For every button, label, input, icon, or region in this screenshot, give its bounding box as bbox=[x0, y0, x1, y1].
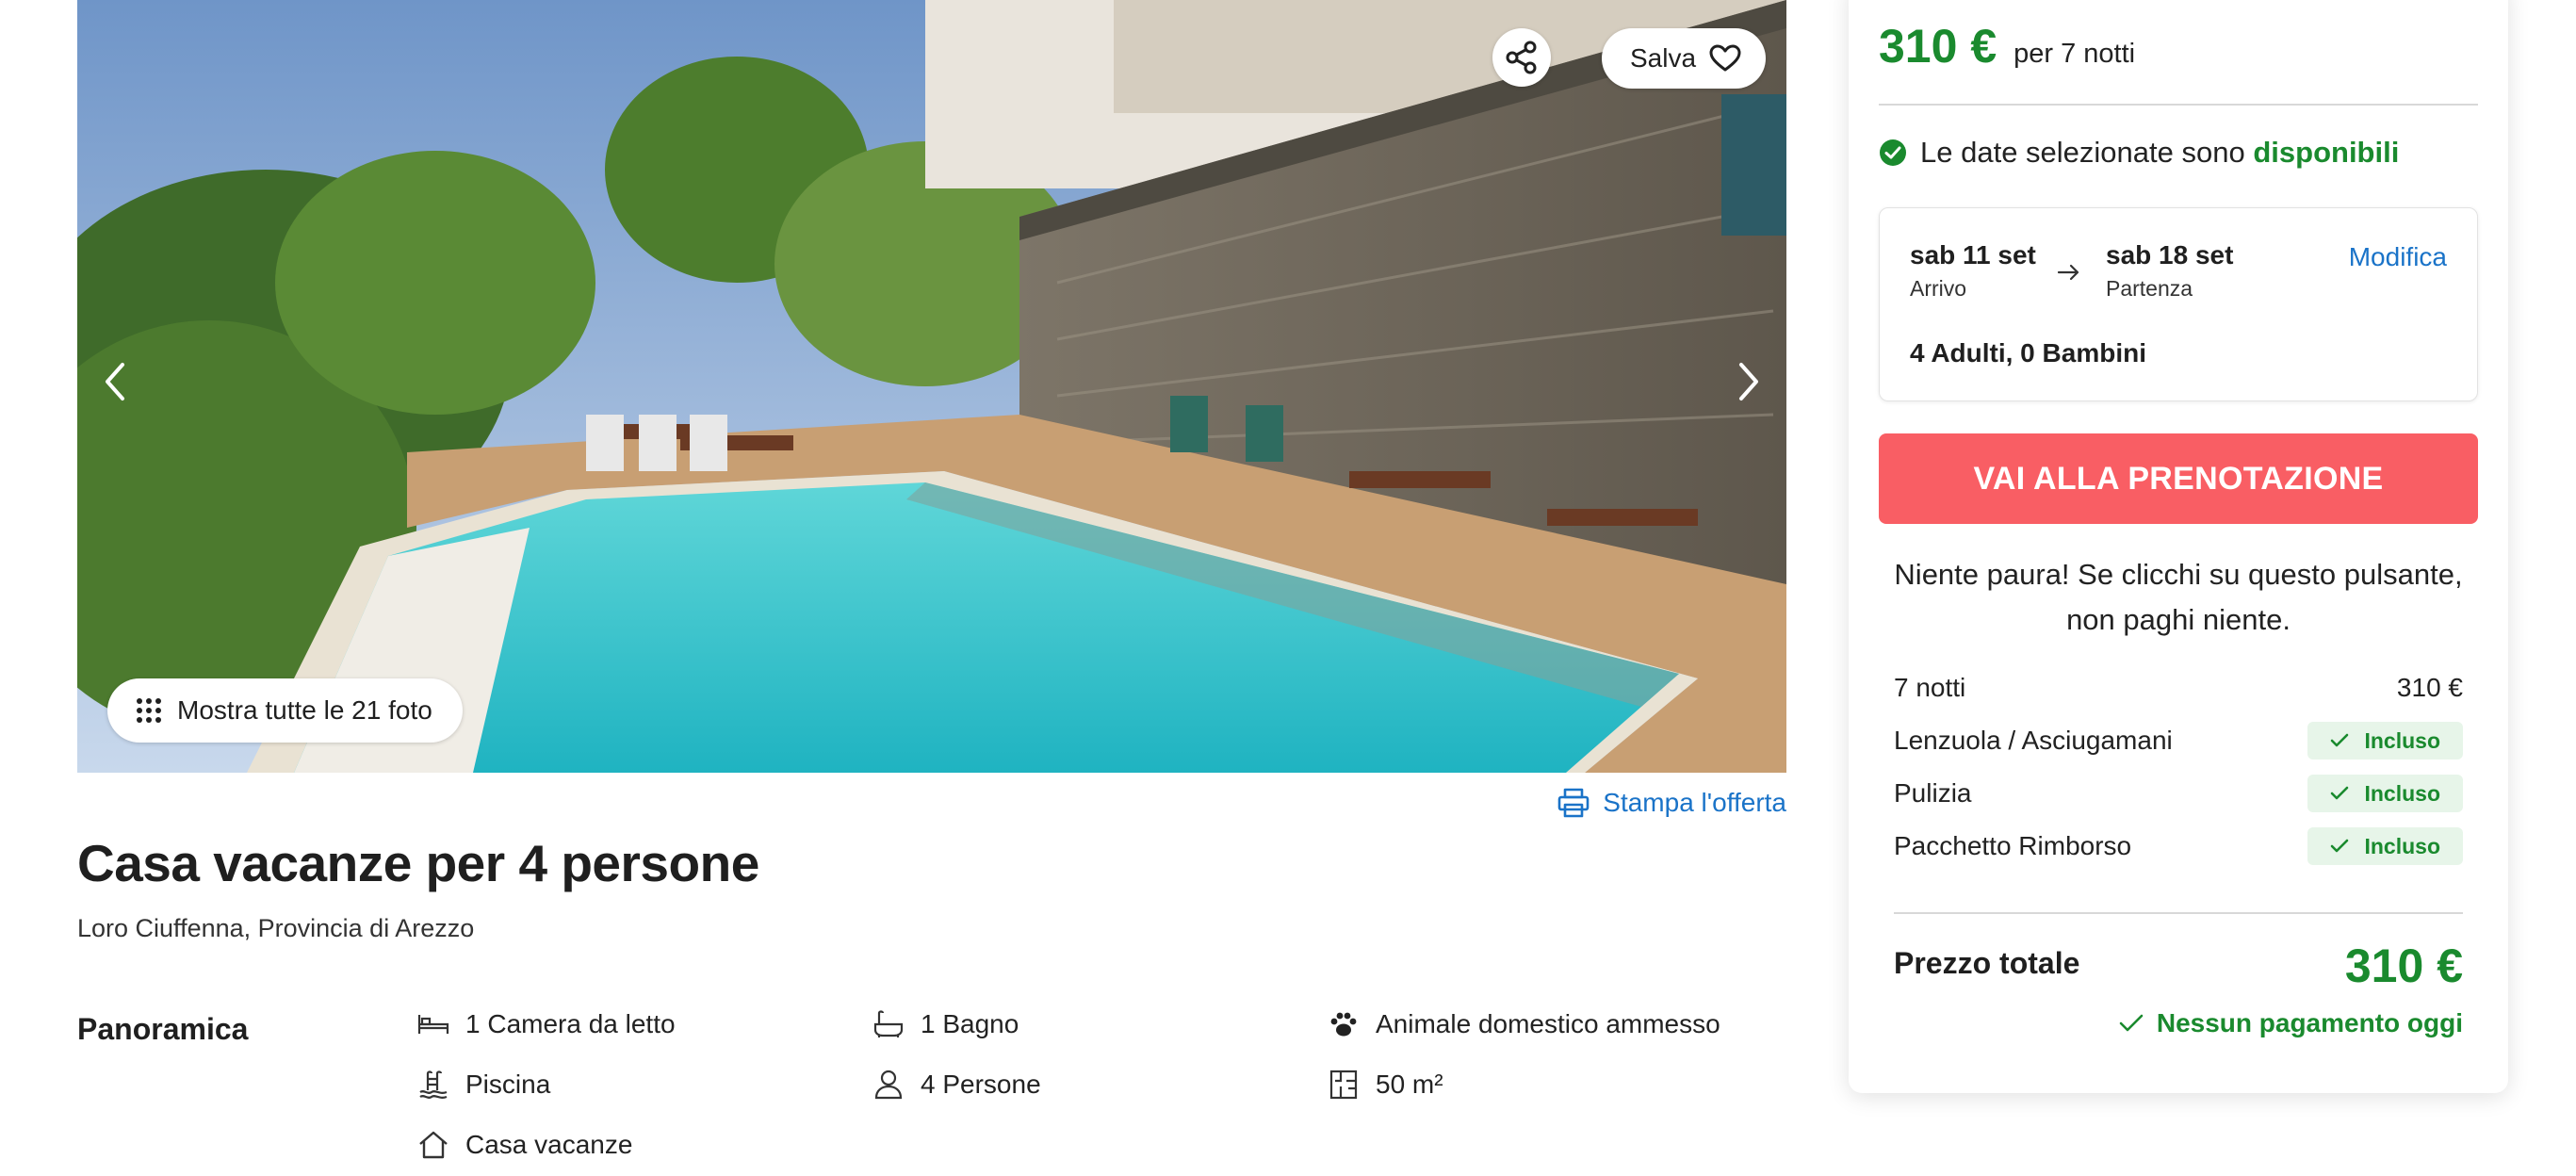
house-icon bbox=[416, 1128, 450, 1162]
total-label: Prezzo totale bbox=[1894, 946, 2080, 980]
price-nights: per 7 notti bbox=[2014, 39, 2136, 69]
checkout: sab 18 set Partenza bbox=[2106, 240, 2233, 302]
feature-persons: 4 Persone bbox=[872, 1068, 1041, 1102]
no-payment-today: Nessun pagamento oggi bbox=[2119, 1008, 2463, 1038]
pool-icon bbox=[416, 1068, 450, 1102]
feature-bathroom: 1 Bagno bbox=[872, 1007, 1019, 1041]
show-all-photos-label: Mostra tutte le 21 foto bbox=[177, 695, 432, 725]
checkout-date: sab 18 set bbox=[2106, 240, 2234, 270]
guests-summary[interactable]: 4 Adulti, 0 Bambini bbox=[1910, 338, 2146, 368]
price-line-linens: Lenzuola / Asciugamani Incluso bbox=[1894, 720, 2463, 761]
included-badge: Incluso bbox=[2307, 722, 2463, 760]
price-line-nights: 7 notti 310 € bbox=[1894, 667, 2463, 709]
check-icon bbox=[2331, 839, 2349, 853]
overview-heading: Panoramica bbox=[77, 1012, 249, 1046]
checkin-label: Arrivo bbox=[1910, 276, 1967, 301]
save-label: Salva bbox=[1630, 43, 1697, 73]
included-badge: Incluso bbox=[2307, 827, 2463, 865]
availability-text: Le date selezionate sono bbox=[1920, 136, 2245, 169]
feature-property-type: Casa vacanze bbox=[416, 1128, 632, 1162]
print-offer-link[interactable]: Stampa l'offerta bbox=[1557, 788, 1786, 818]
arrow-right-icon bbox=[2057, 264, 2079, 281]
bathtub-icon bbox=[872, 1007, 905, 1041]
checkin-date: sab 11 set bbox=[1910, 240, 2036, 270]
feature-pets: Animale domestico ammesso bbox=[1327, 1007, 1720, 1041]
line-item-label: Pulizia bbox=[1894, 778, 1972, 808]
price-line-cleaning: Pulizia Incluso bbox=[1894, 773, 2463, 814]
listing-title: Casa vacanze per 4 persone bbox=[77, 834, 759, 892]
check-icon bbox=[2331, 733, 2349, 747]
line-item-value: 310 € bbox=[2396, 673, 2463, 702]
share-icon bbox=[1506, 41, 1537, 74]
booking-card: 310 € per 7 notti Le date selezionate so… bbox=[1849, 0, 2508, 1093]
book-now-button[interactable]: VAI ALLA PRENOTAZIONE bbox=[1879, 433, 2478, 524]
paw-icon bbox=[1327, 1007, 1361, 1041]
line-item-label: Lenzuola / Asciugamani bbox=[1894, 726, 2173, 755]
heart-icon bbox=[1709, 44, 1741, 72]
price-amount: 310 € bbox=[1879, 20, 1997, 73]
feature-area: 50 m² bbox=[1327, 1068, 1443, 1102]
availability-value: disponibili bbox=[2253, 136, 2400, 169]
next-photo-button[interactable] bbox=[1720, 353, 1777, 410]
check-icon bbox=[2331, 786, 2349, 800]
line-item-label: 7 notti bbox=[1894, 673, 1966, 702]
grid-icon bbox=[137, 698, 161, 723]
checkin: sab 11 set Arrivo bbox=[1910, 240, 2036, 302]
divider bbox=[1894, 912, 2463, 914]
bed-icon bbox=[416, 1007, 450, 1041]
included-badge: Incluso bbox=[2307, 775, 2463, 812]
divider bbox=[1879, 104, 2478, 106]
dates-selector[interactable]: sab 11 set Arrivo sab 18 set Partenza Mo… bbox=[1879, 207, 2478, 401]
modify-dates-link[interactable]: Modifica bbox=[2349, 242, 2447, 272]
print-offer-label: Stampa l'offerta bbox=[1603, 788, 1786, 817]
checkout-label: Partenza bbox=[2106, 276, 2193, 301]
check-icon bbox=[2119, 1014, 2144, 1032]
price-summary: 310 € per 7 notti bbox=[1879, 19, 2135, 74]
save-button[interactable]: Salva bbox=[1602, 28, 1767, 89]
listing-photo bbox=[77, 0, 1786, 773]
printer-icon bbox=[1557, 788, 1590, 818]
availability-status: Le date selezionate sono disponibili bbox=[1879, 136, 2399, 170]
price-line-refund: Pacchetto Rimborso Incluso bbox=[1894, 825, 2463, 867]
feature-pool: Piscina bbox=[416, 1068, 550, 1102]
listing-location: Loro Ciuffenna, Provincia di Arezzo bbox=[77, 914, 475, 942]
check-circle-icon bbox=[1880, 139, 1906, 166]
chevron-right-icon bbox=[1739, 363, 1758, 400]
line-item-label: Pacchetto Rimborso bbox=[1894, 831, 2132, 860]
floorplan-icon bbox=[1327, 1068, 1361, 1102]
total-price: 310 € bbox=[2344, 939, 2463, 992]
show-all-photos-button[interactable]: Mostra tutte le 21 foto bbox=[107, 678, 463, 743]
reassurance-text: Niente paura! Se clicchi su questo pulsa… bbox=[1894, 558, 2463, 636]
share-button[interactable] bbox=[1492, 28, 1551, 87]
person-icon bbox=[872, 1068, 905, 1102]
previous-photo-button[interactable] bbox=[87, 353, 143, 410]
photo-gallery[interactable]: Salva Mostra tutte le 21 foto bbox=[77, 0, 1786, 773]
feature-bedroom: 1 Camera da letto bbox=[416, 1007, 676, 1041]
chevron-left-icon bbox=[106, 363, 124, 400]
